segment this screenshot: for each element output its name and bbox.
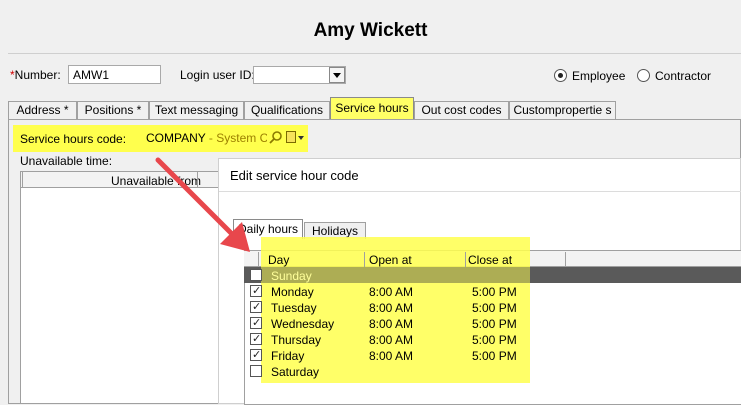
open-at-cell: 8:00 AM: [369, 349, 414, 363]
row-checkbox[interactable]: [250, 348, 262, 361]
day-cell: Saturday: [271, 365, 320, 379]
contractor-radio[interactable]: [637, 69, 650, 82]
tab-service-hours[interactable]: Service hours: [330, 97, 414, 121]
row-checkbox[interactable]: [250, 332, 262, 345]
open-at-cell: 8:00 AM: [369, 333, 414, 347]
tab-address[interactable]: Address *: [8, 101, 77, 119]
grid-column-divider: [465, 252, 466, 267]
grid-column-divider: [565, 252, 566, 267]
tab-custom-properties[interactable]: Custompropertie s: [509, 101, 616, 119]
close-at-cell: 5:00 PM: [472, 317, 517, 331]
edit-service-hour-dialog: Edit service hour code Daily hours Holid…: [218, 158, 741, 405]
row-checkbox[interactable]: [250, 269, 262, 281]
close-at-cell: 5:00 PM: [472, 285, 517, 299]
header-divider: [8, 53, 741, 54]
grid-header-divider: [22, 172, 23, 188]
number-label-text: Number:: [14, 68, 61, 82]
close-at-cell: 5:00 PM: [472, 349, 517, 363]
row-checkbox[interactable]: [250, 284, 262, 297]
open-at-cell: 8:00 AM: [369, 285, 414, 299]
chevron-down-icon[interactable]: [298, 136, 304, 140]
employee-label: Employee: [572, 69, 626, 83]
close-at-header[interactable]: Close at: [468, 253, 512, 267]
tab-positions[interactable]: Positions *: [77, 101, 149, 119]
row-checkbox[interactable]: [250, 316, 262, 329]
service-hours-code-label: Service hours code:: [20, 132, 127, 146]
open-at-cell: 8:00 AM: [369, 301, 414, 315]
tab-out-cost-codes[interactable]: Out cost codes: [414, 101, 509, 119]
grid-column-divider: [364, 252, 365, 267]
row-checkbox[interactable]: [250, 300, 262, 313]
day-header[interactable]: Day: [268, 253, 289, 267]
day-cell: Wednesday: [271, 317, 335, 331]
annotation-arrow-icon: [155, 157, 250, 252]
tab-text-messaging[interactable]: Text messaging: [149, 101, 244, 119]
dialog-title-divider: [219, 191, 741, 192]
tab-qualifications[interactable]: Qualifications: [244, 101, 330, 119]
login-dropdown-button[interactable]: [329, 67, 345, 83]
login-user-label: Login user ID:: [180, 68, 255, 82]
employee-radio[interactable]: [554, 69, 567, 82]
contractor-label: Contractor: [655, 69, 712, 83]
close-at-cell: 5:00 PM: [472, 301, 517, 315]
flag-icon[interactable]: [286, 131, 296, 143]
unavailable-time-label: Unavailable time:: [20, 154, 113, 168]
login-user-select[interactable]: [253, 66, 346, 84]
number-field[interactable]: AMW1: [68, 65, 161, 84]
page-title: Amy Wickett: [313, 20, 428, 41]
day-cell: Friday: [271, 349, 305, 363]
open-at-cell: 8:00 AM: [369, 317, 414, 331]
service-hours-code-value: COMPANY: [146, 131, 206, 145]
number-label: *Number:: [10, 68, 61, 82]
day-cell: Sunday: [271, 269, 312, 283]
open-at-header[interactable]: Open at: [369, 253, 412, 267]
day-cell: Tuesday: [271, 301, 317, 315]
close-at-cell: 5:00 PM: [472, 333, 517, 347]
chevron-down-icon: [333, 73, 341, 78]
day-cell: Monday: [271, 285, 314, 299]
day-cell: Thursday: [271, 333, 322, 347]
row-checkbox[interactable]: [250, 365, 262, 377]
